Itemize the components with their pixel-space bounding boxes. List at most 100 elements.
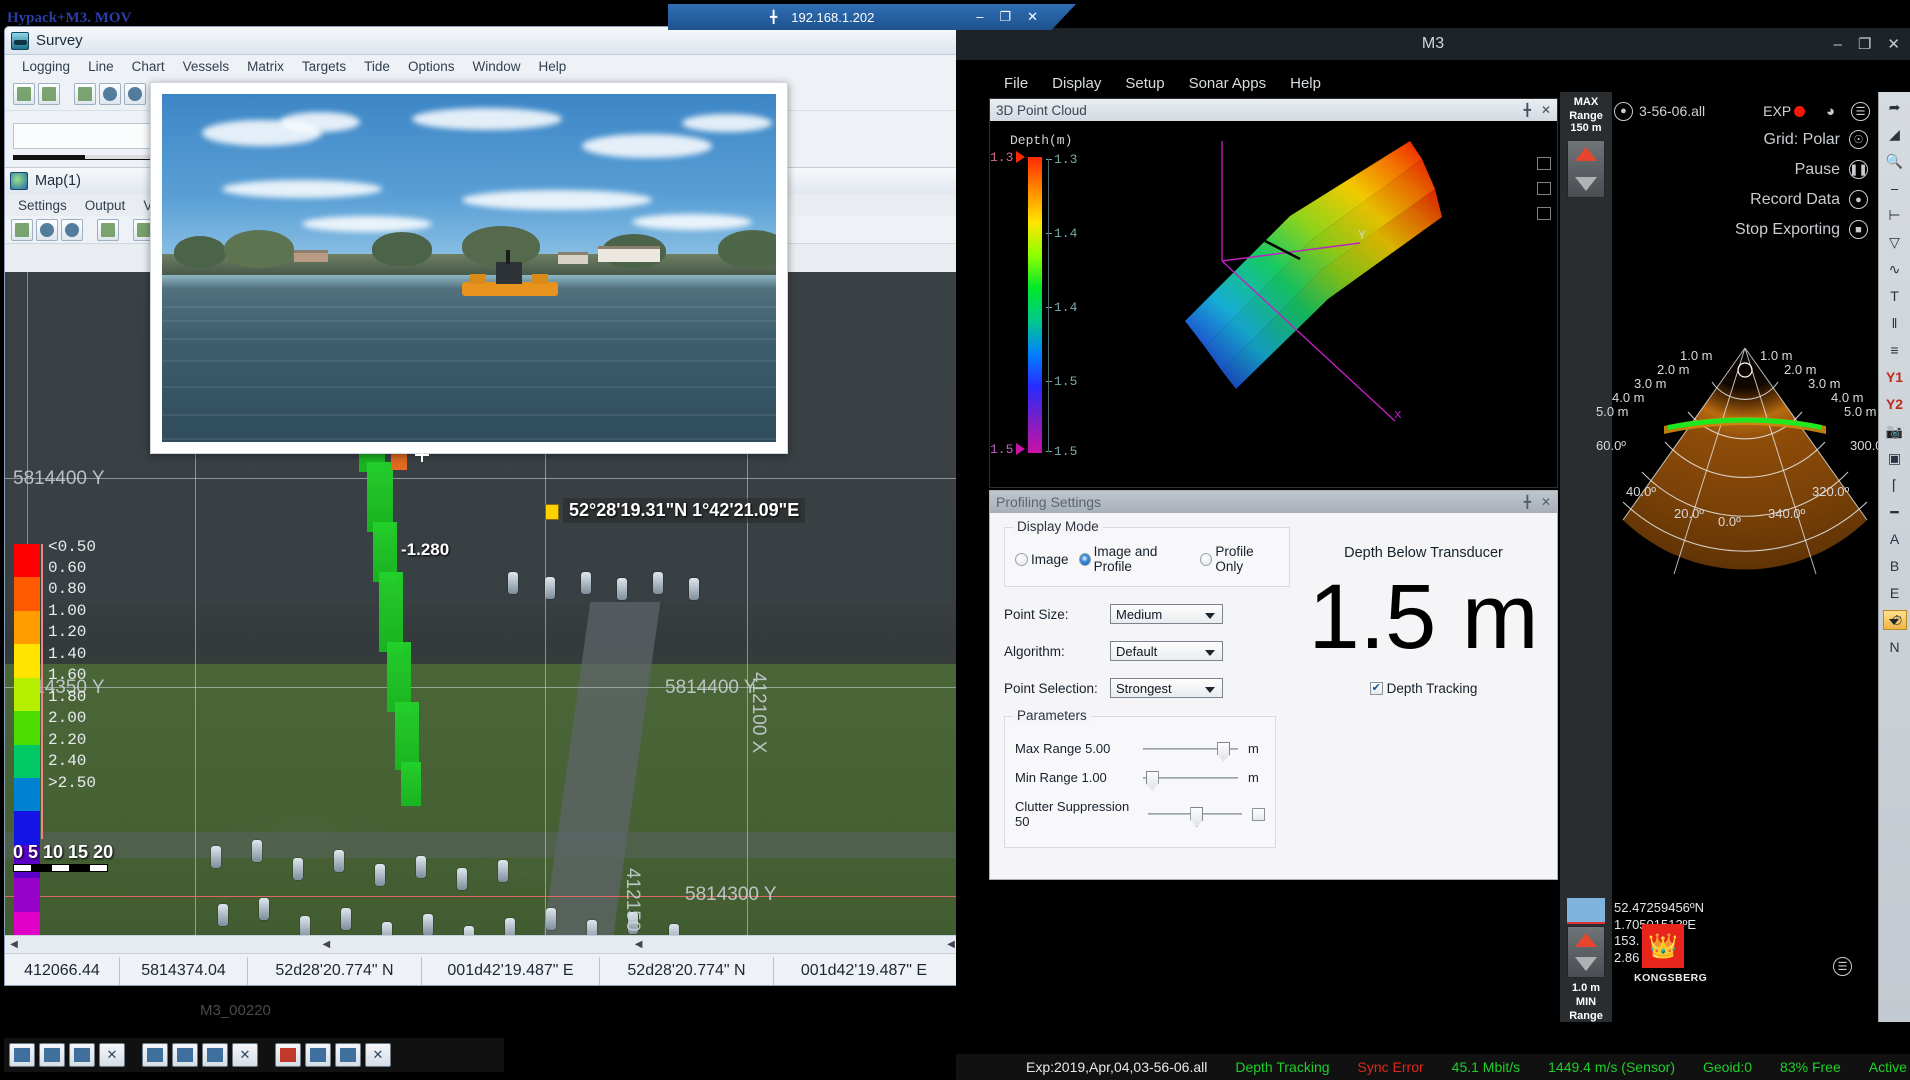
pc-tool-2-icon[interactable] (1537, 182, 1551, 195)
point-selection-select[interactable]: Strongest (1110, 678, 1223, 698)
m3-toolstrip[interactable]: ➦ ◢ 🔍 ⎯ ⊢ ▽ ∿ T ‖ ≡ Y1 Y2 📷 ▣ ⌈ ━ A B E … (1878, 92, 1910, 1022)
zoom-out-icon[interactable] (61, 218, 83, 241)
line-icon[interactable]: ━ (1883, 502, 1907, 522)
cursor-icon[interactable]: ➦ (1883, 97, 1907, 117)
ip-close-icon[interactable]: ✕ (1027, 9, 1038, 25)
b-icon[interactable]: B (1883, 556, 1907, 576)
location-pin-icon[interactable]: ● (1614, 101, 1633, 121)
m3-close-icon[interactable]: ✕ (1887, 35, 1900, 53)
signal-strength-icon[interactable]: ☰ (1833, 957, 1852, 976)
max-range-up-icon[interactable] (1575, 147, 1597, 161)
bottom-close-3[interactable] (365, 1043, 391, 1067)
algorithm-select[interactable]: Default (1110, 641, 1223, 661)
span-icon[interactable]: ⊢ (1883, 205, 1907, 225)
m3-menu-setup[interactable]: Setup (1113, 72, 1176, 95)
radio-image[interactable]: Image (1015, 552, 1069, 567)
point-cloud-view[interactable]: Depth(m) 1.3 1.5 1.3 1.4 1.4 1.5 1.5 Y x (990, 121, 1557, 487)
display-mode-radios[interactable]: Image Image and Profile Profile Only (1015, 544, 1279, 574)
bottom-button-4[interactable] (142, 1043, 168, 1067)
depth-tracking-row[interactable]: Depth Tracking (1369, 681, 1477, 696)
pc-tool-1-icon[interactable] (1537, 157, 1551, 170)
ruler-icon[interactable]: ⎯ (1883, 178, 1907, 198)
min-range-up-icon[interactable] (1575, 933, 1597, 947)
camera-icon[interactable]: 📷 (1883, 421, 1907, 441)
m3-window-controls[interactable]: – ❐ ✕ (1834, 28, 1900, 60)
control-grid-polar[interactable]: Grid: Polar ☉ (1764, 130, 1868, 149)
min-range-slider[interactable] (1143, 770, 1238, 791)
video-icon[interactable]: ▣ (1883, 448, 1907, 468)
bottom-button-8[interactable] (305, 1043, 331, 1067)
a-icon[interactable]: A (1883, 529, 1907, 549)
bottom-button-5[interactable] (172, 1043, 198, 1067)
radio-image-dot[interactable] (1015, 552, 1028, 566)
clutter-suppression-slider[interactable] (1147, 807, 1243, 827)
bottom-button-9[interactable] (335, 1043, 361, 1067)
min-range-control[interactable]: 1.0 m MIN Range (1560, 892, 1612, 1022)
map-menu-output[interactable]: Output (76, 196, 135, 215)
menu-window[interactable]: Window (463, 57, 529, 76)
min-range-down-icon[interactable] (1575, 957, 1597, 971)
pc-tool-3-icon[interactable] (1537, 207, 1551, 220)
m3-menu-file[interactable]: File (992, 72, 1040, 95)
pause-icon[interactable]: ❚❚ (1849, 160, 1868, 179)
toolbar-button-5[interactable] (124, 82, 146, 105)
toolbar-button-3[interactable] (74, 82, 96, 105)
control-pause[interactable]: Pause ❚❚ (1795, 160, 1868, 179)
n-icon[interactable]: N (1883, 637, 1907, 657)
menu-matrix[interactable]: Matrix (238, 57, 293, 76)
bottom-close-1[interactable] (99, 1043, 125, 1067)
measure-icon[interactable]: ◢ (1883, 124, 1907, 144)
sonar-fan-area[interactable]: ● 3-56-06.all EXP ◕ ☰ Grid: Polar ☉ Paus… (1596, 92, 1887, 1022)
m3-menu-help[interactable]: Help (1278, 72, 1333, 95)
zoom-icon[interactable]: 🔍 (1883, 151, 1907, 171)
scroll-mid-2[interactable]: ◀ (630, 936, 648, 953)
ip-minimize-icon[interactable]: – (976, 9, 983, 25)
list-menu-icon[interactable]: ☰ (1851, 101, 1870, 121)
layers-icon[interactable]: ≡ (1883, 340, 1907, 360)
point-size-select[interactable]: Medium (1110, 604, 1223, 624)
e-icon[interactable]: E (1883, 583, 1907, 603)
trace-icon[interactable]: ∿ (1883, 259, 1907, 279)
menu-help[interactable]: Help (529, 57, 575, 76)
save-screenshot-icon[interactable] (97, 218, 119, 241)
menu-chart[interactable]: Chart (123, 57, 174, 76)
min-range-slider-widget[interactable] (1567, 926, 1605, 978)
vessel-marker[interactable] (545, 504, 559, 520)
ip-maximize-icon[interactable]: ❐ (999, 9, 1011, 25)
text-icon[interactable]: T (1883, 286, 1907, 306)
zoom-extents-icon[interactable] (11, 218, 33, 241)
menu-line[interactable]: Line (79, 57, 123, 76)
max-range-slider[interactable] (1143, 741, 1238, 762)
bottom-button-6[interactable] (202, 1043, 228, 1067)
cone-icon[interactable]: ▽ (1883, 232, 1907, 252)
depth-tracking-checkbox[interactable] (1369, 681, 1383, 695)
max-range-down-icon[interactable] (1575, 177, 1597, 191)
fan-icon[interactable]: ⏱ (1882, 610, 1907, 630)
scroll-left-icon[interactable]: ◀ (5, 936, 23, 953)
profile-icon[interactable]: ⌈ (1883, 475, 1907, 495)
menu-options[interactable]: Options (399, 57, 464, 76)
stop-icon[interactable]: ■ (1849, 220, 1868, 239)
m3-menubar[interactable]: File Display Setup Sonar Apps Help (992, 72, 1333, 95)
record-icon[interactable]: ● (1849, 190, 1868, 209)
annotation-icon[interactable]: ‖ (1883, 313, 1907, 333)
sonar-controls-list[interactable]: Grid: Polar ☉ Pause ❚❚ Record Data ● Sto… (1735, 130, 1868, 239)
bottom-button-1[interactable] (9, 1043, 35, 1067)
point-cloud-side-tools[interactable] (1537, 157, 1551, 220)
point-cloud-pin-icon[interactable]: ╋ (1524, 103, 1531, 117)
radio-profile-only-dot[interactable] (1200, 552, 1213, 566)
scroll-mid-1[interactable]: ◀ (317, 936, 335, 953)
toolbar-button-4[interactable] (99, 82, 121, 105)
globe-icon[interactable]: ☉ (1849, 130, 1868, 149)
max-range-slider-widget[interactable] (1567, 140, 1605, 198)
radio-profile-only[interactable]: Profile Only (1200, 544, 1279, 574)
m3-maximize-icon[interactable]: ❐ (1858, 35, 1871, 53)
max-range-control[interactable]: MAX Range 150 m (1560, 92, 1612, 1022)
point-cloud-close-icon[interactable]: ✕ (1541, 103, 1551, 117)
menu-targets[interactable]: Targets (293, 57, 355, 76)
sonar-fan[interactable]: 1.0 m 1.0 m 2.0 m 2.0 m 3.0 m 3.0 m 4.0 … (1596, 342, 1887, 632)
menu-logging[interactable]: Logging (13, 57, 79, 76)
bottom-close-2[interactable] (232, 1043, 258, 1067)
radio-image-and-profile[interactable]: Image and Profile (1078, 544, 1191, 574)
m3-menu-display[interactable]: Display (1040, 72, 1113, 95)
